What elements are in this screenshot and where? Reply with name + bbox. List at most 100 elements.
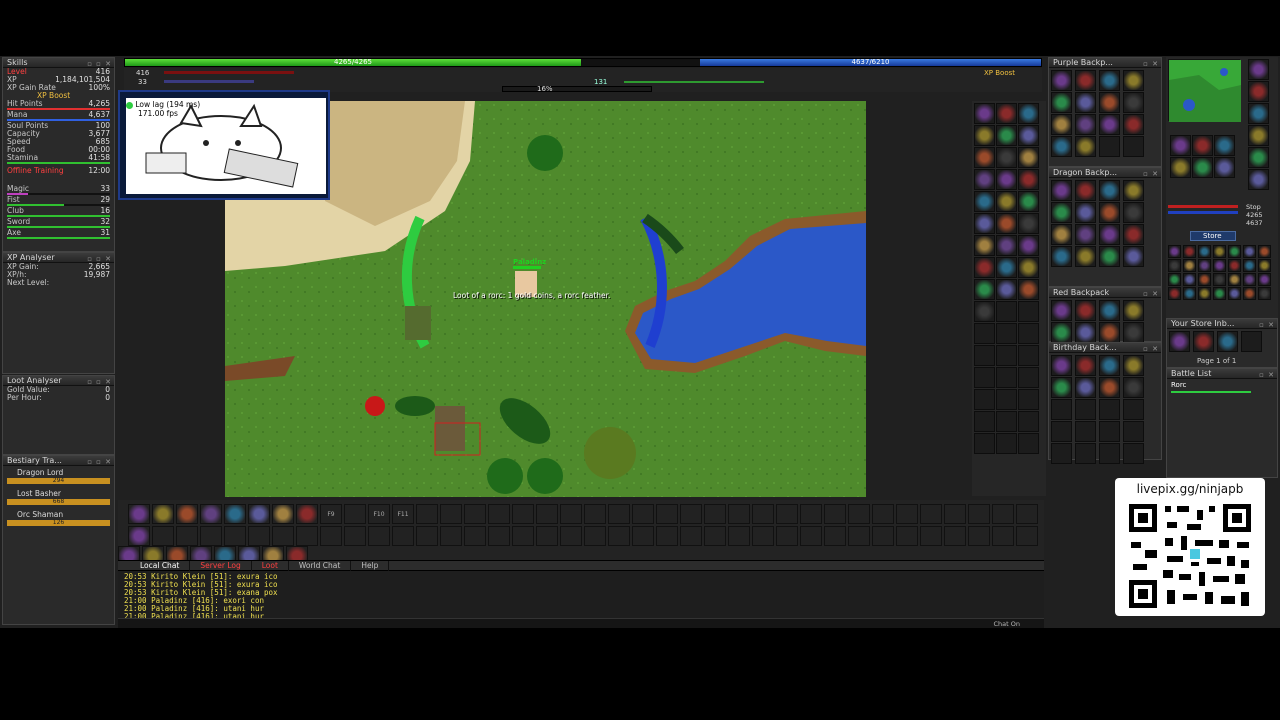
hotkey-slot[interactable] [560,504,582,524]
item-slot[interactable] [1075,399,1096,420]
stop-label[interactable]: Stop [1246,203,1261,211]
item-slot[interactable] [1099,92,1120,113]
item-slot[interactable] [1075,136,1096,157]
item-slot[interactable] [1099,114,1120,135]
item-slot[interactable] [1169,331,1190,352]
hotkey-slot[interactable] [1016,504,1038,524]
hotkey-slot[interactable] [488,504,510,524]
item-slot[interactable] [1051,355,1072,376]
item-slot[interactable] [996,301,1017,322]
item-slot[interactable] [1051,421,1072,442]
item-slot[interactable] [974,235,995,256]
hotkey-slot[interactable] [224,526,246,546]
item-slot[interactable] [1051,92,1072,113]
item-slot[interactable] [1213,273,1226,286]
item-slot[interactable] [1099,180,1120,201]
item-slot[interactable] [1018,103,1039,124]
item-slot[interactable] [996,235,1017,256]
hotkey-slot[interactable] [608,504,630,524]
hotkey-slot[interactable] [584,526,606,546]
item-slot[interactable] [1214,135,1235,156]
hotkey-slot[interactable] [800,526,822,546]
item-slot[interactable] [1123,70,1144,91]
item-slot[interactable] [996,169,1017,190]
item-slot[interactable] [1051,246,1072,267]
item-slot[interactable] [996,213,1017,234]
item-slot[interactable] [974,345,995,366]
item-slot[interactable] [1018,301,1039,322]
item-slot[interactable] [1243,259,1256,272]
chat-tab[interactable]: Local Chat [130,561,191,571]
item-slot[interactable] [1075,443,1096,464]
hotkey-slot[interactable] [296,504,318,524]
item-slot[interactable] [1217,331,1238,352]
hotkey-slot[interactable] [704,504,726,524]
hotkey-slot[interactable] [200,526,222,546]
item-slot[interactable] [1192,135,1213,156]
minimap[interactable] [1168,59,1241,122]
item-slot[interactable] [1228,287,1241,300]
hotkey-slot[interactable] [752,526,774,546]
item-slot[interactable] [974,147,995,168]
item-slot[interactable] [1168,245,1181,258]
hotkey-slot[interactable] [848,526,870,546]
hotkey-slot[interactable]: F9 [320,504,342,524]
hotkey-slot[interactable] [824,526,846,546]
hotkey-slot[interactable] [968,504,990,524]
item-slot[interactable] [1018,279,1039,300]
item-slot[interactable] [1051,224,1072,245]
panel-buttons[interactable]: ▫ ✕ [1143,344,1159,354]
item-slot[interactable] [1099,377,1120,398]
hotkey-slot[interactable] [824,504,846,524]
item-slot[interactable] [974,191,995,212]
store-button[interactable]: Store [1190,231,1236,241]
item-slot[interactable] [1051,377,1072,398]
item-slot[interactable] [1168,259,1181,272]
hotkey-slot[interactable] [632,504,654,524]
item-slot[interactable] [1183,273,1196,286]
hotkey-slot[interactable] [416,526,438,546]
hotkey-slot[interactable] [320,526,342,546]
item-slot[interactable] [1123,92,1144,113]
item-slot[interactable] [974,213,995,234]
item-slot[interactable] [974,279,995,300]
hotkey-slot[interactable] [128,504,150,524]
item-slot[interactable] [996,191,1017,212]
hotkey-slot[interactable] [680,526,702,546]
item-slot[interactable] [996,147,1017,168]
item-slot[interactable] [1075,377,1096,398]
hotkey-slot[interactable] [368,526,390,546]
panel-buttons[interactable]: ▫ ▫ ✕ [87,457,112,467]
item-slot[interactable] [1248,169,1269,190]
item-slot[interactable] [974,323,995,344]
item-slot[interactable] [1248,125,1269,146]
hotkey-slot[interactable] [728,504,750,524]
chat-tab[interactable]: Loot [252,561,289,571]
item-slot[interactable] [974,125,995,146]
item-slot[interactable] [1248,103,1269,124]
item-slot[interactable] [1123,114,1144,135]
hotkey-slot[interactable] [1016,526,1038,546]
hotkey-slot[interactable] [152,504,174,524]
hotkey-slot[interactable] [248,504,270,524]
item-slot[interactable] [1018,169,1039,190]
item-slot[interactable] [1213,259,1226,272]
item-slot[interactable] [1099,300,1120,321]
item-slot[interactable] [1051,443,1072,464]
item-slot[interactable] [1075,92,1096,113]
item-slot[interactable] [1051,322,1072,343]
hotkey-slot[interactable] [512,504,534,524]
item-slot[interactable] [1123,377,1144,398]
battle-entry[interactable]: Rorc [1167,379,1277,391]
item-slot[interactable] [1075,180,1096,201]
hotkey-slot[interactable] [344,526,366,546]
item-slot[interactable] [1018,213,1039,234]
item-slot[interactable] [1198,245,1211,258]
item-slot[interactable] [1099,355,1120,376]
hotkey-slot[interactable] [944,526,966,546]
item-slot[interactable] [1183,287,1196,300]
item-slot[interactable] [1198,287,1211,300]
hotkey-slot[interactable] [920,526,942,546]
hotkey-slot[interactable] [944,504,966,524]
item-slot[interactable] [1123,421,1144,442]
